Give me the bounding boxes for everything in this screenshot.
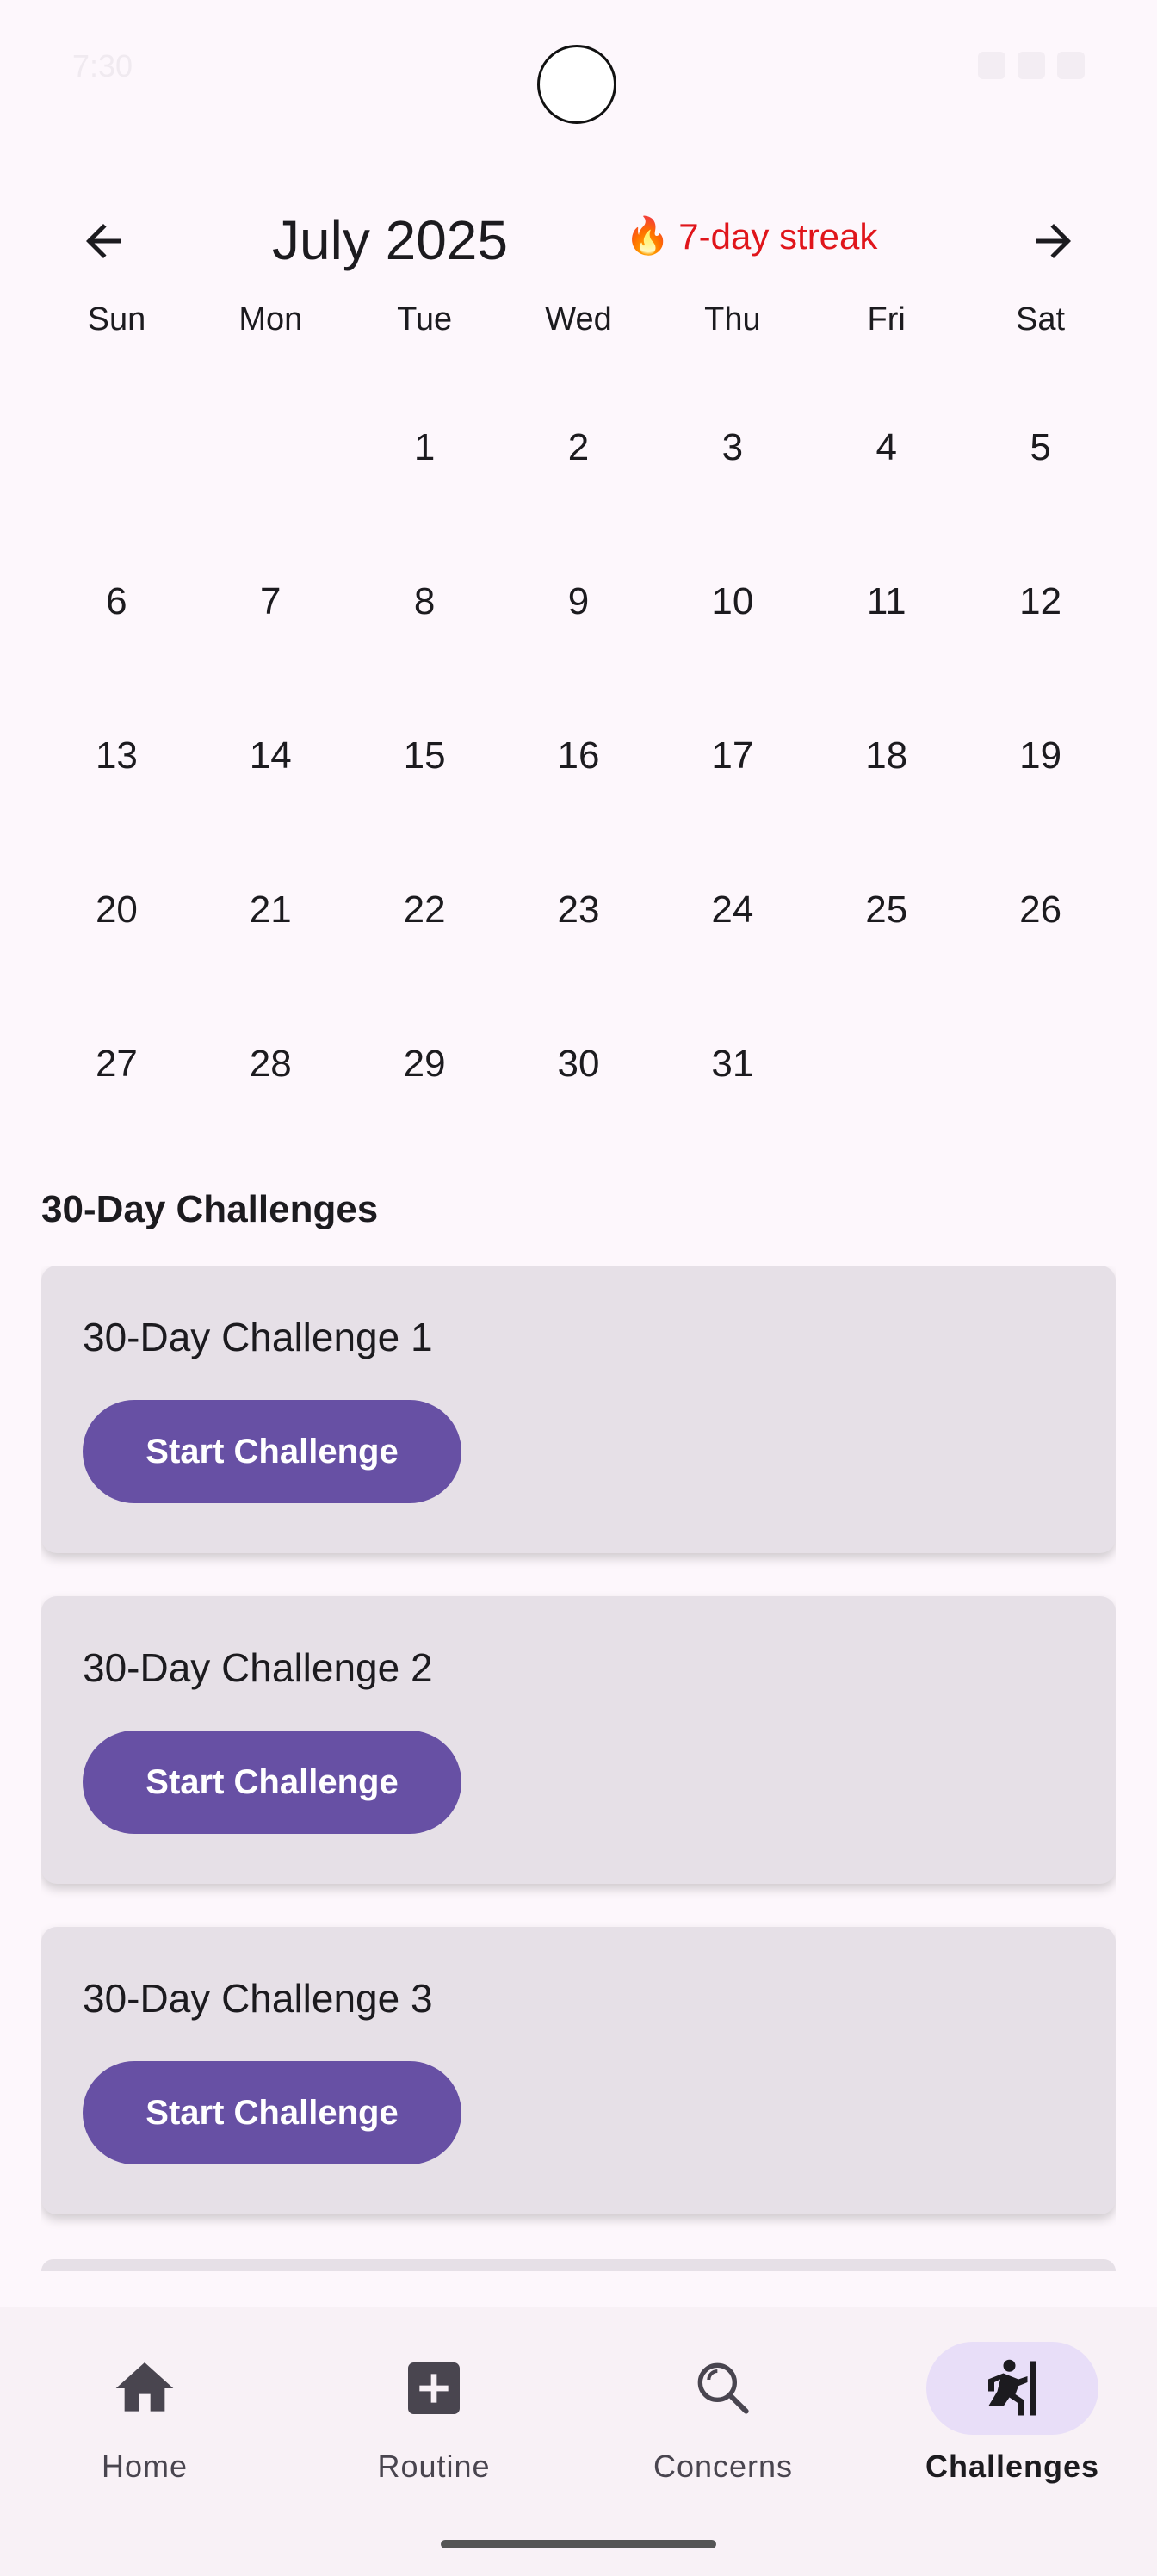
arrow-left-icon [86, 224, 121, 258]
previous-month-button[interactable] [69, 207, 138, 276]
calendar-day[interactable]: 2 [502, 370, 656, 524]
month-header: July 2025 🔥 7-day streak [0, 189, 1157, 284]
empty-day-cell [40, 370, 194, 524]
calendar-grid: 1 2 3 4 5 6 7 8 9 10 11 12 13 14 15 16 17 18 19 20 21 22 23 24 2… [40, 370, 1117, 1141]
calendar-day[interactable]: 1 [348, 370, 502, 524]
nav-icon-container [59, 2342, 231, 2435]
signal-icon [1018, 52, 1045, 79]
calendar-day[interactable]: 10 [655, 524, 809, 678]
weekday-label: Thu [704, 301, 761, 337]
bottom-navigation: Home Routine Concerns Challenges [0, 2307, 1157, 2576]
weekday-label: Wed [545, 301, 612, 337]
status-time: 7:30 [72, 48, 133, 84]
calendar-day[interactable]: 12 [963, 524, 1117, 678]
status-bar: 7:30 [0, 0, 1157, 138]
nav-icon-container [637, 2342, 809, 2435]
calendar-day[interactable]: 13 [40, 678, 194, 833]
weekday-label: Sun [87, 301, 146, 337]
challenges-section-title: 30-Day Challenges [41, 1188, 379, 1230]
calendar-day[interactable]: 8 [348, 524, 502, 678]
calendar-day[interactable]: 5 [963, 370, 1117, 524]
challenge-card: 30-Day Challenge 2 Start Challenge [41, 1596, 1116, 1884]
challenge-title: 30-Day Challenge 1 [83, 1315, 433, 1359]
calendar-day[interactable]: 28 [194, 987, 348, 1141]
weekday-label: Sat [1016, 301, 1066, 337]
streak-badge: 🔥 7-day streak [625, 215, 877, 257]
calendar-day[interactable]: 3 [655, 370, 809, 524]
challenge-card: 30-Day Challenge 1 Start Challenge [41, 1266, 1116, 1553]
battery-icon [1057, 52, 1085, 79]
calendar-day[interactable]: 25 [809, 833, 963, 987]
calendar-day[interactable]: 24 [655, 833, 809, 987]
nav-label: Challenges [925, 2449, 1100, 2484]
home-gesture-bar[interactable] [441, 2540, 716, 2548]
weekday-label: Fri [867, 301, 906, 337]
nav-label: Concerns [653, 2449, 794, 2484]
status-icons [978, 52, 1085, 79]
nav-label: Home [101, 2449, 189, 2484]
calendar-day[interactable]: 22 [348, 833, 502, 987]
empty-day-cell [194, 370, 348, 524]
home-icon [115, 2362, 174, 2412]
calendar-day[interactable]: 19 [963, 678, 1117, 833]
nav-label: Routine [377, 2449, 491, 2484]
calendar-day[interactable]: 11 [809, 524, 963, 678]
calendar-day[interactable]: 17 [655, 678, 809, 833]
fire-icon: 🔥 [625, 215, 671, 256]
calendar-day[interactable]: 7 [194, 524, 348, 678]
nav-icon-container-active [926, 2342, 1098, 2435]
add-box-icon [408, 2362, 460, 2414]
weekday-header: Sun Mon Tue Wed Thu Fri Sat [40, 301, 1117, 338]
calendar-day[interactable]: 14 [194, 678, 348, 833]
start-challenge-button[interactable]: Start Challenge [83, 1400, 461, 1503]
month-title: July 2025 [272, 209, 508, 271]
nav-item-concerns[interactable]: Concerns [578, 2342, 868, 2514]
start-challenge-button[interactable]: Start Challenge [83, 1731, 461, 1834]
challenge-person-icon [988, 2359, 1036, 2416]
nav-item-routine[interactable]: Routine [289, 2342, 578, 2514]
nav-item-home[interactable]: Home [0, 2342, 289, 2514]
calendar-day[interactable]: 16 [502, 678, 656, 833]
calendar-day[interactable]: 31 [655, 987, 809, 1141]
calendar-day[interactable]: 15 [348, 678, 502, 833]
next-month-button[interactable] [1019, 207, 1088, 276]
calendar-day[interactable]: 29 [348, 987, 502, 1141]
calendar-day[interactable]: 26 [963, 833, 1117, 987]
challenge-title: 30-Day Challenge 3 [83, 1976, 433, 2021]
challenge-card-partial [41, 2259, 1116, 2271]
calendar-day[interactable]: 21 [194, 833, 348, 987]
calendar-day[interactable]: 18 [809, 678, 963, 833]
weekday-label: Mon [238, 301, 303, 337]
calendar-day[interactable]: 6 [40, 524, 194, 678]
challenge-list: 30-Day Challenge 1 Start Challenge 30-Da… [41, 1266, 1116, 2266]
streak-text: 7-day streak [678, 215, 878, 257]
arrow-right-icon [1036, 224, 1071, 258]
nav-icon-container [348, 2342, 520, 2435]
nav-item-challenges[interactable]: Challenges [868, 2342, 1157, 2514]
challenge-title: 30-Day Challenge 2 [83, 1645, 433, 1690]
calendar-day[interactable]: 23 [502, 833, 656, 987]
calendar-day[interactable]: 4 [809, 370, 963, 524]
camera-cutout [537, 45, 616, 124]
calendar-day[interactable]: 20 [40, 833, 194, 987]
calendar-day[interactable]: 27 [40, 987, 194, 1141]
wifi-icon [978, 52, 1005, 79]
search-icon [697, 2362, 749, 2414]
calendar-day[interactable]: 30 [502, 987, 656, 1141]
weekday-label: Tue [397, 301, 453, 337]
calendar-day[interactable]: 9 [502, 524, 656, 678]
challenge-card: 30-Day Challenge 3 Start Challenge [41, 1927, 1116, 2214]
start-challenge-button[interactable]: Start Challenge [83, 2061, 461, 2164]
